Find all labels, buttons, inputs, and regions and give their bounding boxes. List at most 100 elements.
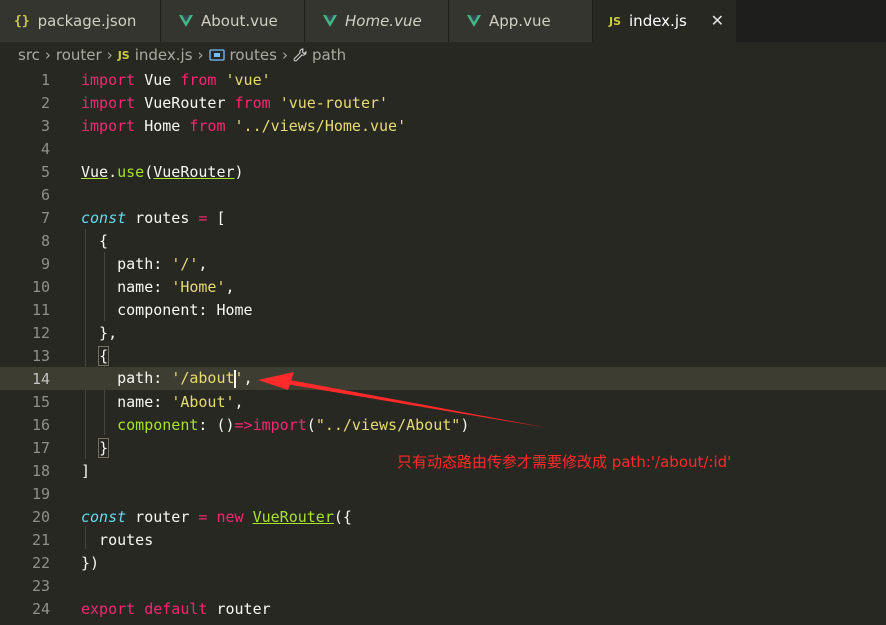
line-number: 4 xyxy=(40,139,50,158)
code-line: 6 xyxy=(0,183,886,206)
close-icon[interactable]: ✕ xyxy=(711,11,724,30)
line-number: 1 xyxy=(40,70,50,89)
line-number: 12 xyxy=(31,323,50,342)
breadcrumb-item-index-js[interactable]: JS index.js xyxy=(118,46,193,64)
line-number: 22 xyxy=(31,553,50,572)
chevron-right-icon: › xyxy=(44,46,51,64)
tab-label: index.js xyxy=(629,12,687,30)
code-text: } xyxy=(98,437,110,458)
code-line: 22}) xyxy=(0,551,886,574)
tab-label: package.json xyxy=(37,12,137,30)
code-line: 24 export default router xyxy=(0,597,886,620)
code-line: 2 import VueRouter from 'vue-router' xyxy=(0,91,886,114)
code-text: import VueRouter from 'vue-router' xyxy=(81,93,389,112)
code-text: name: 'Home', xyxy=(81,277,235,296)
breadcrumb-label: index.js xyxy=(134,46,193,64)
line-number: 15 xyxy=(31,392,50,411)
breadcrumb-item-router[interactable]: router xyxy=(56,46,102,64)
code-line: 23 xyxy=(0,574,886,597)
code-line: 7 const routes = [ xyxy=(0,206,886,229)
tab-bar: {} package.json About.vue Home.vue App.v… xyxy=(0,0,886,42)
line-number: 19 xyxy=(31,484,50,503)
code-text: { xyxy=(98,345,110,366)
js-icon: JS xyxy=(117,48,130,62)
code-line: 10 name: 'Home', xyxy=(0,275,886,298)
code-text: { xyxy=(81,231,109,250)
code-line: 8 { xyxy=(0,229,886,252)
line-number: 5 xyxy=(40,162,50,181)
line-number: 24 xyxy=(31,599,50,618)
line-number: 7 xyxy=(40,208,50,227)
code-line: 16 component: ()=>import("../views/About… xyxy=(0,413,886,436)
tab-app-vue[interactable]: App.vue xyxy=(449,0,593,42)
code-line: 3 import Home from '../views/Home.vue' xyxy=(0,114,886,137)
json-icon: {} xyxy=(14,13,30,29)
line-number: 2 xyxy=(40,93,50,112)
code-line: 19 xyxy=(0,482,886,505)
wrench-icon xyxy=(293,48,307,62)
code-text: name: 'About', xyxy=(81,392,244,411)
code-line-current: 14 path: '/about', xyxy=(0,367,886,390)
code-line: 20 const router = new VueRouter({ xyxy=(0,505,886,528)
line-number: 21 xyxy=(31,530,50,549)
line-number: 17 xyxy=(31,438,50,457)
line-number: 23 xyxy=(31,576,50,595)
code-text: import Home from '../views/Home.vue' xyxy=(81,116,407,135)
chevron-right-icon: › xyxy=(197,46,204,64)
code-line: 4 xyxy=(0,137,886,160)
code-line: 13 { xyxy=(0,344,886,367)
line-number: 14 xyxy=(31,369,50,388)
line-number: 10 xyxy=(31,277,50,296)
code-line: 21 routes xyxy=(0,528,886,551)
code-line: 1 import Vue from 'vue' xyxy=(0,68,886,91)
code-text: const router = new VueRouter({ xyxy=(81,507,352,526)
line-number: 18 xyxy=(31,461,50,480)
js-icon: JS xyxy=(609,14,622,28)
tab-about-vue[interactable]: About.vue xyxy=(161,0,305,42)
tab-label: About.vue xyxy=(201,12,278,30)
line-number: 9 xyxy=(40,254,50,273)
breadcrumb-item-src[interactable]: src xyxy=(18,46,40,64)
variable-icon xyxy=(208,49,225,61)
code-line: 25 xyxy=(0,620,886,625)
tab-label: Home.vue xyxy=(345,12,422,30)
code-text: const routes = [ xyxy=(81,208,226,227)
vue-icon xyxy=(323,15,337,27)
tab-index-js[interactable]: JS index.js ✕ xyxy=(593,0,737,42)
breadcrumb-item-path[interactable]: path xyxy=(293,46,346,64)
line-number: 13 xyxy=(31,346,50,365)
chevron-right-icon: › xyxy=(106,46,113,64)
tab-home-vue[interactable]: Home.vue xyxy=(305,0,449,42)
line-number: 3 xyxy=(40,116,50,135)
code-text: ] xyxy=(81,461,91,480)
tab-label: App.vue xyxy=(489,12,551,30)
code-text: import Vue from 'vue' xyxy=(81,70,271,89)
line-number: 6 xyxy=(40,185,50,204)
code-text: }, xyxy=(81,323,118,342)
code-text: Vue.use(VueRouter) xyxy=(81,162,244,181)
tab-package-json[interactable]: {} package.json xyxy=(0,0,161,42)
line-number: 8 xyxy=(40,231,50,250)
code-line: 9 path: '/', xyxy=(0,252,886,275)
text-cursor xyxy=(233,369,236,388)
line-number: 20 xyxy=(31,507,50,526)
code-text: routes xyxy=(81,530,154,549)
breadcrumb: src › router › JS index.js › routes › pa… xyxy=(0,42,886,68)
vue-icon xyxy=(467,15,481,27)
code-line: 11 component: Home xyxy=(0,298,886,321)
breadcrumb-item-routes[interactable]: routes xyxy=(208,46,277,64)
vue-icon xyxy=(179,15,193,27)
breadcrumb-label: routes xyxy=(229,46,277,64)
code-editor[interactable]: 1 import Vue from 'vue' 2 import VueRouter… xyxy=(0,68,886,625)
code-line: 12 }, xyxy=(0,321,886,344)
code-text: path: '/about', xyxy=(81,369,253,388)
code-line: 5 Vue.use(VueRouter) xyxy=(0,160,886,183)
code-text: export default router xyxy=(81,599,271,618)
code-text: component: Home xyxy=(81,300,253,319)
annotation-text: 只有动态路由传参才需要修改成 path:'/about/:id' xyxy=(397,453,732,471)
line-number: 16 xyxy=(31,415,50,434)
code-text: }) xyxy=(81,553,100,572)
code-text: path: '/', xyxy=(81,254,208,273)
code-line: 15 name: 'About', xyxy=(0,390,886,413)
code-text: component: ()=>import("../views/About") xyxy=(117,415,470,434)
